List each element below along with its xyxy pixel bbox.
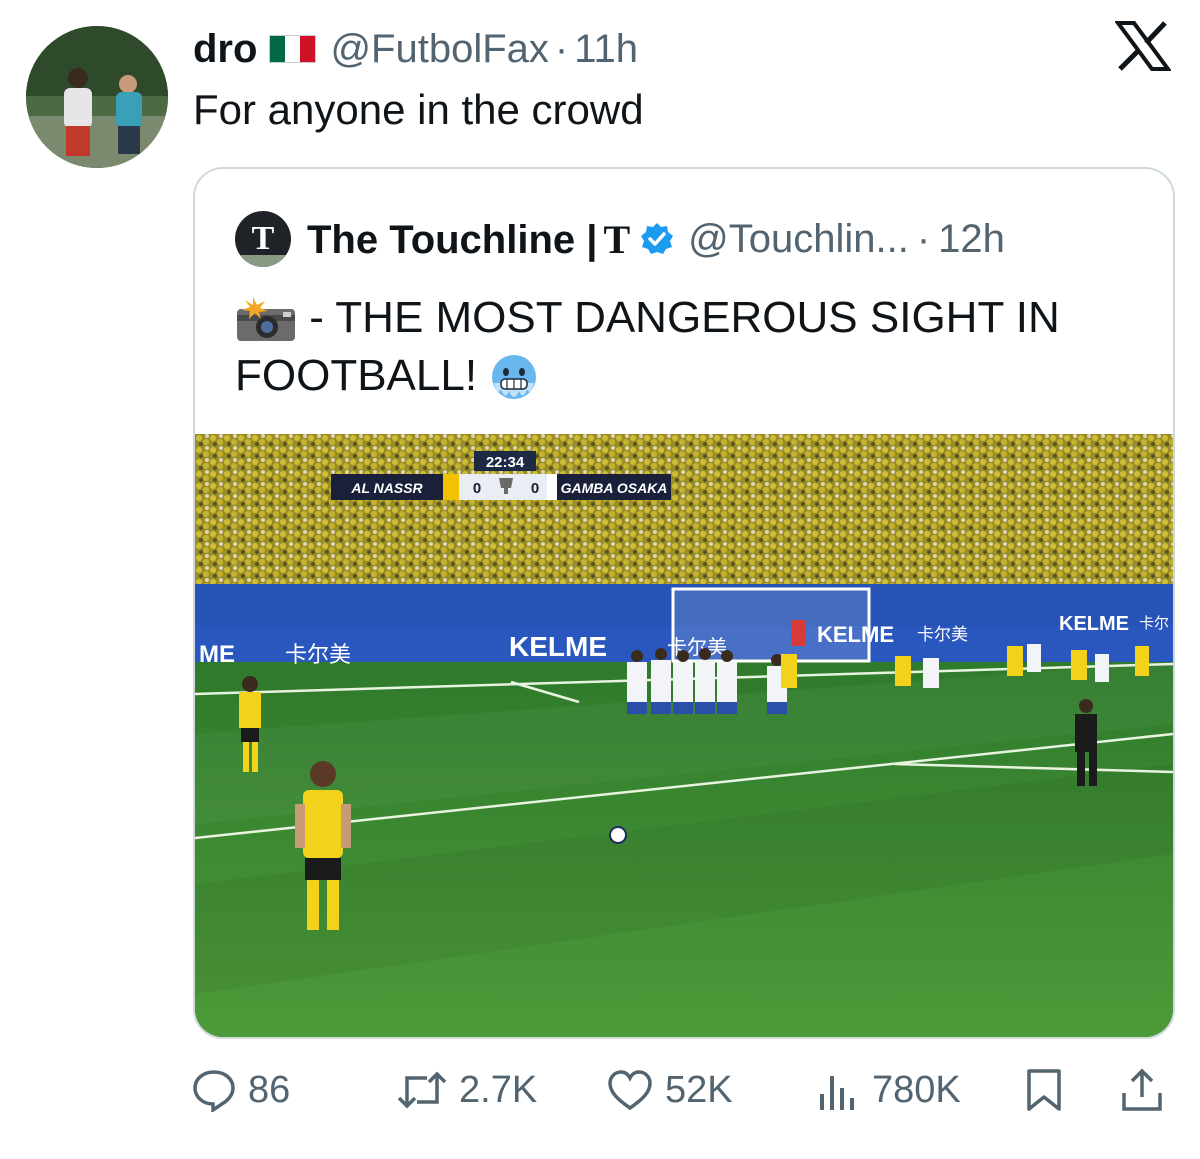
quoted-media-image[interactable]: ME 卡尔美 KELME 卡尔美 KELME 卡尔美 KELME 卡尔 22:3… xyxy=(195,434,1173,1037)
scoreboard-away-score: 0 xyxy=(531,480,539,497)
camera-flash-icon xyxy=(237,297,295,342)
author-avatar[interactable] xyxy=(26,26,168,168)
scoreboard-away-team: GAMBA OSAKA xyxy=(561,480,668,496)
repost-count: 2.7K xyxy=(459,1068,538,1111)
quoted-author-name-text: The Touchline | xyxy=(307,217,598,262)
ad-board-1: ME xyxy=(199,641,235,668)
tweet-actions: 86 2.7K 52K 780K xyxy=(192,1060,1172,1120)
views-button[interactable]: 780K xyxy=(816,1060,961,1120)
ad-board-7: KELME xyxy=(1059,613,1129,635)
avatar-photo xyxy=(26,26,168,168)
reply-count: 86 xyxy=(248,1068,291,1111)
ad-board-6: 卡尔美 xyxy=(917,625,968,645)
bookmark-button[interactable] xyxy=(1024,1060,1076,1120)
author-name[interactable]: dro xyxy=(193,27,257,72)
views-count: 780K xyxy=(872,1068,961,1111)
ad-board-5: KELME xyxy=(817,622,894,647)
quoted-text: - THE MOST DANGEROUS SIGHT IN FOOTBALL! xyxy=(235,289,1155,405)
quoted-separator: · xyxy=(916,216,931,261)
ad-board-2: 卡尔美 xyxy=(285,643,351,668)
quoted-author-name[interactable]: The Touchline | T xyxy=(307,216,630,263)
separator-dot: · xyxy=(554,26,569,71)
x-logo-icon xyxy=(1115,21,1171,71)
cold-face-emoji-icon xyxy=(492,355,537,400)
ad-board-4: 卡尔美 xyxy=(667,635,727,659)
share-icon xyxy=(1122,1068,1162,1111)
quoted-author-mark: T xyxy=(603,216,631,262)
quoted-handle[interactable]: @Touchlin... xyxy=(688,217,909,262)
quoted-time[interactable]: 12h xyxy=(938,217,1005,262)
repost-icon xyxy=(397,1071,447,1109)
reply-icon xyxy=(193,1070,235,1112)
views-bar-chart-icon xyxy=(820,1076,854,1110)
quoted-header: T The Touchline | T @Touchlin... · 12h xyxy=(235,211,1005,267)
quoted-tweet-card[interactable]: T The Touchline | T @Touchlin... · 12h - … xyxy=(193,167,1175,1039)
ad-board-3: KELME xyxy=(509,631,607,662)
share-button[interactable] xyxy=(1120,1060,1176,1120)
mexico-flag-icon xyxy=(269,35,317,63)
heart-icon xyxy=(608,1070,652,1111)
tweet-time[interactable]: 11h xyxy=(574,27,638,72)
quoted-text-body: - THE MOST DANGEROUS SIGHT IN FOOTBALL! xyxy=(235,293,1060,400)
ad-board-8: 卡尔 xyxy=(1139,614,1169,632)
like-count: 52K xyxy=(665,1068,733,1111)
football-photo: ME 卡尔美 KELME 卡尔美 KELME 卡尔美 KELME 卡尔 22:3… xyxy=(195,434,1173,1037)
reply-button[interactable]: 86 xyxy=(192,1060,290,1120)
scoreboard-home-team: AL NASSR xyxy=(350,480,423,496)
like-button[interactable]: 52K xyxy=(607,1060,733,1120)
repost-button[interactable]: 2.7K xyxy=(397,1060,537,1120)
tweet-text: For anyone in the crowd xyxy=(193,86,644,133)
quoted-avatar-letter: T xyxy=(251,220,275,257)
scoreboard-clock: 22:34 xyxy=(486,454,525,471)
author-handle[interactable]: @FutbolFax xyxy=(330,27,548,72)
bookmark-icon xyxy=(1027,1069,1061,1111)
tweet-header: dro @FutbolFax · 11h xyxy=(193,24,638,74)
verified-badge-icon xyxy=(641,223,674,254)
scoreboard-home-score: 0 xyxy=(473,480,481,497)
quoted-avatar[interactable]: T xyxy=(235,211,291,267)
